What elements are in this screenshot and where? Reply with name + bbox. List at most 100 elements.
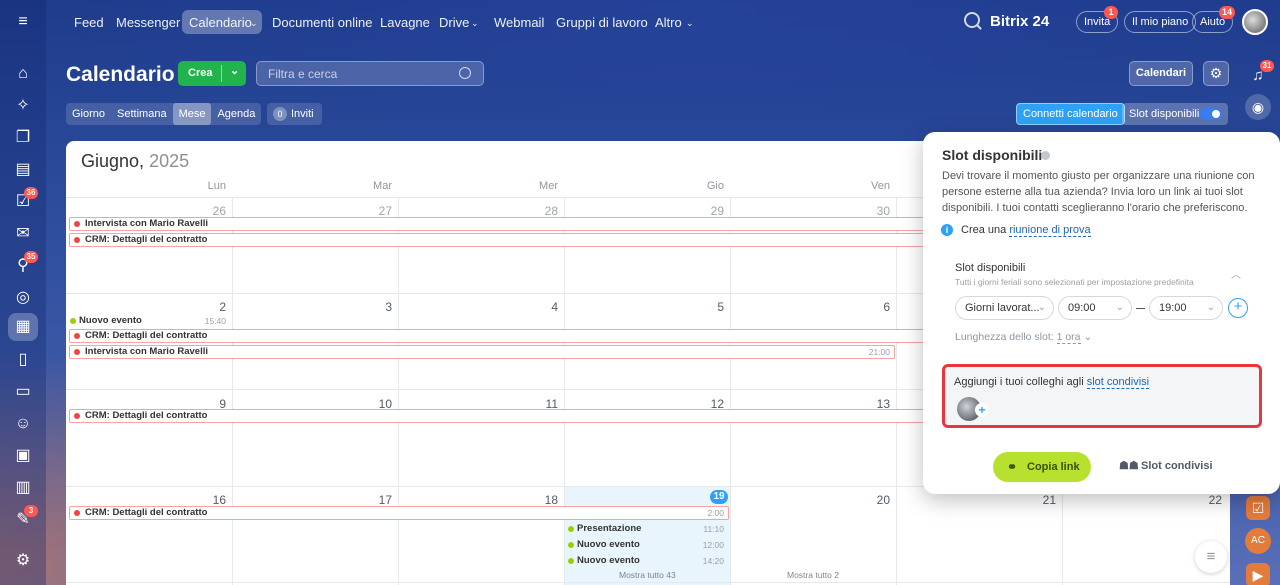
available-slots-button[interactable]: Slot disponibili xyxy=(1122,103,1228,125)
day-number[interactable]: 16 xyxy=(196,493,226,507)
event-bar[interactable]: Intervista con Mario Ravelli 21:00 xyxy=(69,345,895,359)
invita-badge: 1 xyxy=(1104,6,1118,19)
settings-icon[interactable]: ⚙ xyxy=(13,551,33,571)
chevron-up-icon[interactable]: ︿ xyxy=(1231,266,1241,281)
help-icon[interactable] xyxy=(1041,151,1050,160)
aiuto-button[interactable]: Aiuto 14 xyxy=(1192,6,1236,33)
copy-link-button[interactable]: ⚭ Copia link xyxy=(993,452,1091,482)
shared-slots-link[interactable]: slot condivisi xyxy=(1086,376,1150,389)
shared-slots-button[interactable]: ☗☗ Slot condivisi xyxy=(1119,460,1213,472)
event-title: Intervista con Mario Ravelli xyxy=(85,346,209,357)
tab-agenda[interactable]: Agenda xyxy=(211,103,261,125)
day-number[interactable]: 26 xyxy=(196,204,226,218)
nav-messenger[interactable]: Messenger xyxy=(116,15,180,30)
event-bar[interactable]: CRM: Dettagli del contratto 2:00 xyxy=(69,506,729,520)
news-icon[interactable]: ▤ xyxy=(13,160,33,180)
day-number[interactable]: 17 xyxy=(362,493,392,507)
search-icon[interactable] xyxy=(459,67,471,79)
mail-icon[interactable]: ✉ xyxy=(13,224,33,244)
invita-button[interactable]: Invita 1 xyxy=(1076,6,1119,33)
info-icon: i xyxy=(941,224,953,236)
nav-calendario[interactable]: Calendario xyxy=(189,15,252,30)
event-item[interactable]: Nuovo evento xyxy=(567,539,640,550)
chat-icon[interactable]: ❐ xyxy=(13,128,33,148)
slot-length-value[interactable]: 1 ora xyxy=(1056,331,1081,344)
piano-button[interactable]: Il mio piano xyxy=(1124,11,1197,33)
gear-icon[interactable]: ⚙ xyxy=(1203,61,1229,86)
filter-field[interactable] xyxy=(256,61,484,86)
show-all-link[interactable]: Mostra tutto 43 xyxy=(619,570,676,580)
avatar[interactable] xyxy=(1242,9,1268,35)
day-number[interactable]: 2 xyxy=(196,300,226,314)
home-icon[interactable]: ⌂ xyxy=(13,64,33,84)
day-number[interactable]: 30 xyxy=(860,204,890,218)
section-subtitle: Tutti i giorni feriali sono selezionati … xyxy=(955,277,1194,287)
nav-altro[interactable]: Altro xyxy=(655,15,682,30)
nav-lavagne[interactable]: Lavagne xyxy=(380,15,430,30)
chevron-down-icon: ⌄ xyxy=(1206,302,1215,313)
day-number[interactable]: 5 xyxy=(694,300,724,314)
schedule-icon[interactable]: ▥ xyxy=(13,478,33,498)
nav-gruppi[interactable]: Gruppi di lavoro xyxy=(556,15,648,30)
copilot-icon[interactable]: ◉ xyxy=(1245,94,1271,120)
document-icon[interactable]: ▯ xyxy=(13,350,33,370)
drive-icon[interactable]: ▭ xyxy=(13,382,33,402)
tab-settimana[interactable]: Settimana xyxy=(111,103,173,125)
from-time-select[interactable]: 09:00 ⌄ xyxy=(1058,296,1132,320)
menu-icon[interactable]: ≡ xyxy=(13,12,33,32)
chevron-down-icon[interactable]: ⌄ xyxy=(230,64,239,77)
event-item[interactable]: Nuovo evento xyxy=(69,315,142,326)
feed-badge: 35 xyxy=(24,251,38,263)
nav-feed[interactable]: Feed xyxy=(74,15,104,30)
chevron-down-icon: ⌄ xyxy=(686,18,694,28)
day-number[interactable]: 28 xyxy=(528,204,558,218)
tab-mese[interactable]: Mese xyxy=(172,103,212,125)
event-item[interactable]: Nuovo evento xyxy=(567,555,640,566)
nav-drive[interactable]: Drive xyxy=(439,15,469,30)
days-select[interactable]: Giorni lavorat... ⌄ xyxy=(955,296,1054,320)
task-icon[interactable]: ☑ xyxy=(1246,496,1270,520)
day-number[interactable]: 20 xyxy=(860,493,890,507)
chevron-down-icon: ⌄ xyxy=(250,18,258,28)
search-icon[interactable] xyxy=(964,12,980,28)
video-icon[interactable]: ▶ xyxy=(1246,563,1270,585)
day-number[interactable]: 21 xyxy=(1026,493,1056,507)
event-title: CRM: Dettagli del contratto xyxy=(85,507,208,518)
day-number[interactable]: 27 xyxy=(362,204,392,218)
add-colleague-icon[interactable]: + xyxy=(975,403,989,417)
trial-meeting-text: Crea una riunione di prova xyxy=(961,224,1091,237)
list-icon[interactable]: ≡ xyxy=(1195,541,1227,573)
bitrix-logo: Bitrix 24 xyxy=(990,13,1050,30)
to-time-select[interactable]: 19:00 ⌄ xyxy=(1149,296,1223,320)
day-number[interactable]: 3 xyxy=(362,300,392,314)
trial-meeting-link[interactable]: riunione di prova xyxy=(1009,224,1091,237)
show-all-link[interactable]: Mostra tutto 2 xyxy=(787,570,839,580)
add-slot-button[interactable]: + xyxy=(1228,298,1248,318)
create-button[interactable]: Crea ⌄ xyxy=(178,61,246,86)
target-icon[interactable]: ◎ xyxy=(13,288,33,308)
event-item[interactable]: Presentazione xyxy=(567,523,641,534)
grid-line xyxy=(232,197,233,585)
nav-webmail[interactable]: Webmail xyxy=(494,15,544,30)
view-tabs: Giorno Settimana Mese Agenda xyxy=(66,103,262,125)
search-input[interactable] xyxy=(257,62,447,85)
calendar-icon[interactable]: ▦ xyxy=(13,317,33,337)
today-number[interactable]: 19 xyxy=(710,490,728,504)
nav-documenti[interactable]: Documenti online xyxy=(272,15,372,30)
day-number[interactable]: 22 xyxy=(1192,493,1222,507)
day-number[interactable]: 18 xyxy=(528,493,558,507)
connect-calendar-button[interactable]: Connetti calendario xyxy=(1016,103,1125,125)
day-number[interactable]: 29 xyxy=(694,204,724,218)
feed-icon[interactable]: ✧ xyxy=(13,96,33,116)
calendars-button[interactable]: Calendari xyxy=(1129,61,1193,86)
slot-length: Lunghezza dello slot: 1 ora ⌄ xyxy=(955,331,1092,344)
day-number[interactable]: 6 xyxy=(860,300,890,314)
avatar-ac[interactable]: AC xyxy=(1245,528,1271,554)
invites-button[interactable]: 0 Inviti xyxy=(267,103,322,125)
board-icon[interactable]: ▣ xyxy=(13,446,33,466)
day-header: Ven xyxy=(871,180,890,192)
slots-toggle[interactable] xyxy=(1200,108,1222,120)
tab-giorno[interactable]: Giorno xyxy=(66,103,111,125)
day-number[interactable]: 4 xyxy=(528,300,558,314)
groups-icon[interactable]: ☺ xyxy=(13,414,33,434)
